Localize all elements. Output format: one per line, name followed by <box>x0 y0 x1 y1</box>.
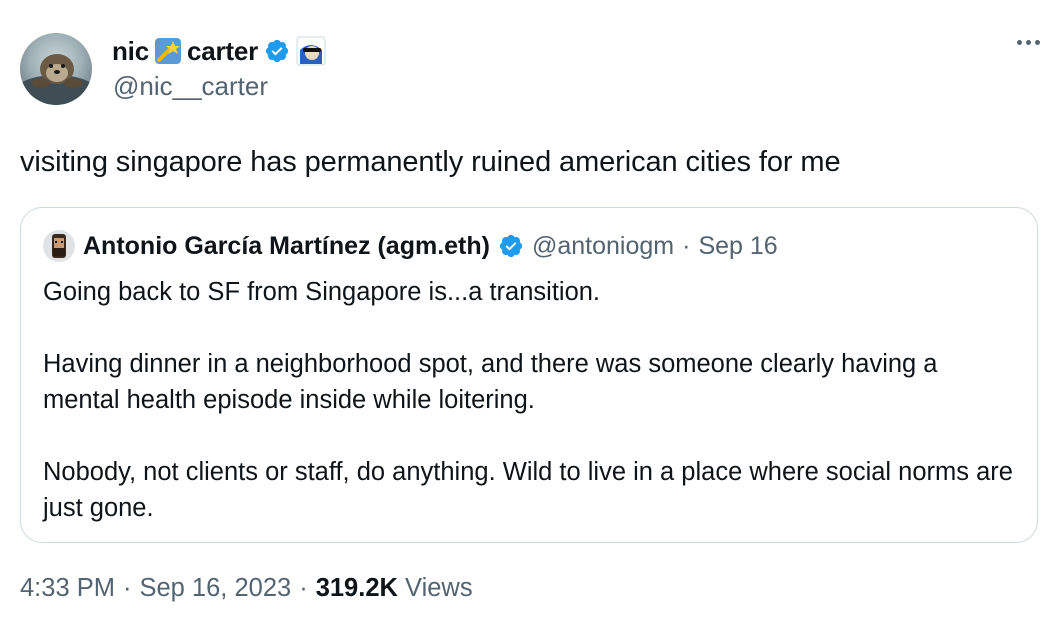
dot <box>1017 40 1022 45</box>
more-options-icon[interactable] <box>1017 40 1040 45</box>
sunglasses-badge-icon[interactable] <box>296 36 326 66</box>
quoted-author-name[interactable]: Antonio García Martínez (agm.eth) <box>83 232 490 261</box>
separator-dot: · <box>122 574 132 602</box>
otter-avatar-icon <box>20 54 92 105</box>
quoted-tweet-body: Going back to SF from Singapore is...a t… <box>43 274 1017 526</box>
author-name-first[interactable]: nic <box>112 36 149 67</box>
tweet-text: visiting singapore has permanently ruine… <box>20 146 841 178</box>
tweet-time[interactable]: 4:33 PM <box>20 574 115 603</box>
separator-dot: · <box>682 231 691 260</box>
quoted-tweet-date[interactable]: Sep 16 <box>698 232 777 261</box>
tweet-meta: 4:33 PM · Sep 16, 2023 · 319.2K Views <box>20 574 473 603</box>
author-name-last[interactable]: carter <box>187 36 258 67</box>
quoted-paragraph: Going back to SF from Singapore is...a t… <box>43 278 601 306</box>
author-avatar[interactable] <box>20 33 92 105</box>
quoted-paragraph: Nobody, not clients or staff, do anythin… <box>43 458 1013 522</box>
verified-badge-icon[interactable] <box>264 38 290 64</box>
views-label: Views <box>405 574 473 602</box>
separator-dot: · <box>299 574 308 602</box>
dot <box>1026 40 1031 45</box>
quoted-tweet-header: Antonio García Martínez (agm.eth) @anton… <box>43 229 778 263</box>
author-name-row[interactable]: nic carter <box>112 33 326 69</box>
quoted-paragraph: Having dinner in a neighborhood spot, an… <box>43 350 938 414</box>
quoted-tweet[interactable]: Antonio García Martínez (agm.eth) @anton… <box>20 207 1038 543</box>
quoted-author-avatar[interactable] <box>43 230 75 262</box>
verified-badge-icon[interactable] <box>498 233 524 259</box>
author-handle[interactable]: @nic__carter <box>113 71 268 102</box>
views-count[interactable]: 319.2K <box>316 574 398 602</box>
dot <box>1035 40 1040 45</box>
quoted-author-handle[interactable]: @antoniogm <box>532 232 674 261</box>
tweet-date[interactable]: Sep 16, 2023 <box>139 574 291 603</box>
shooting-star-icon <box>154 38 181 64</box>
bearded-man-avatar-icon <box>43 230 75 262</box>
